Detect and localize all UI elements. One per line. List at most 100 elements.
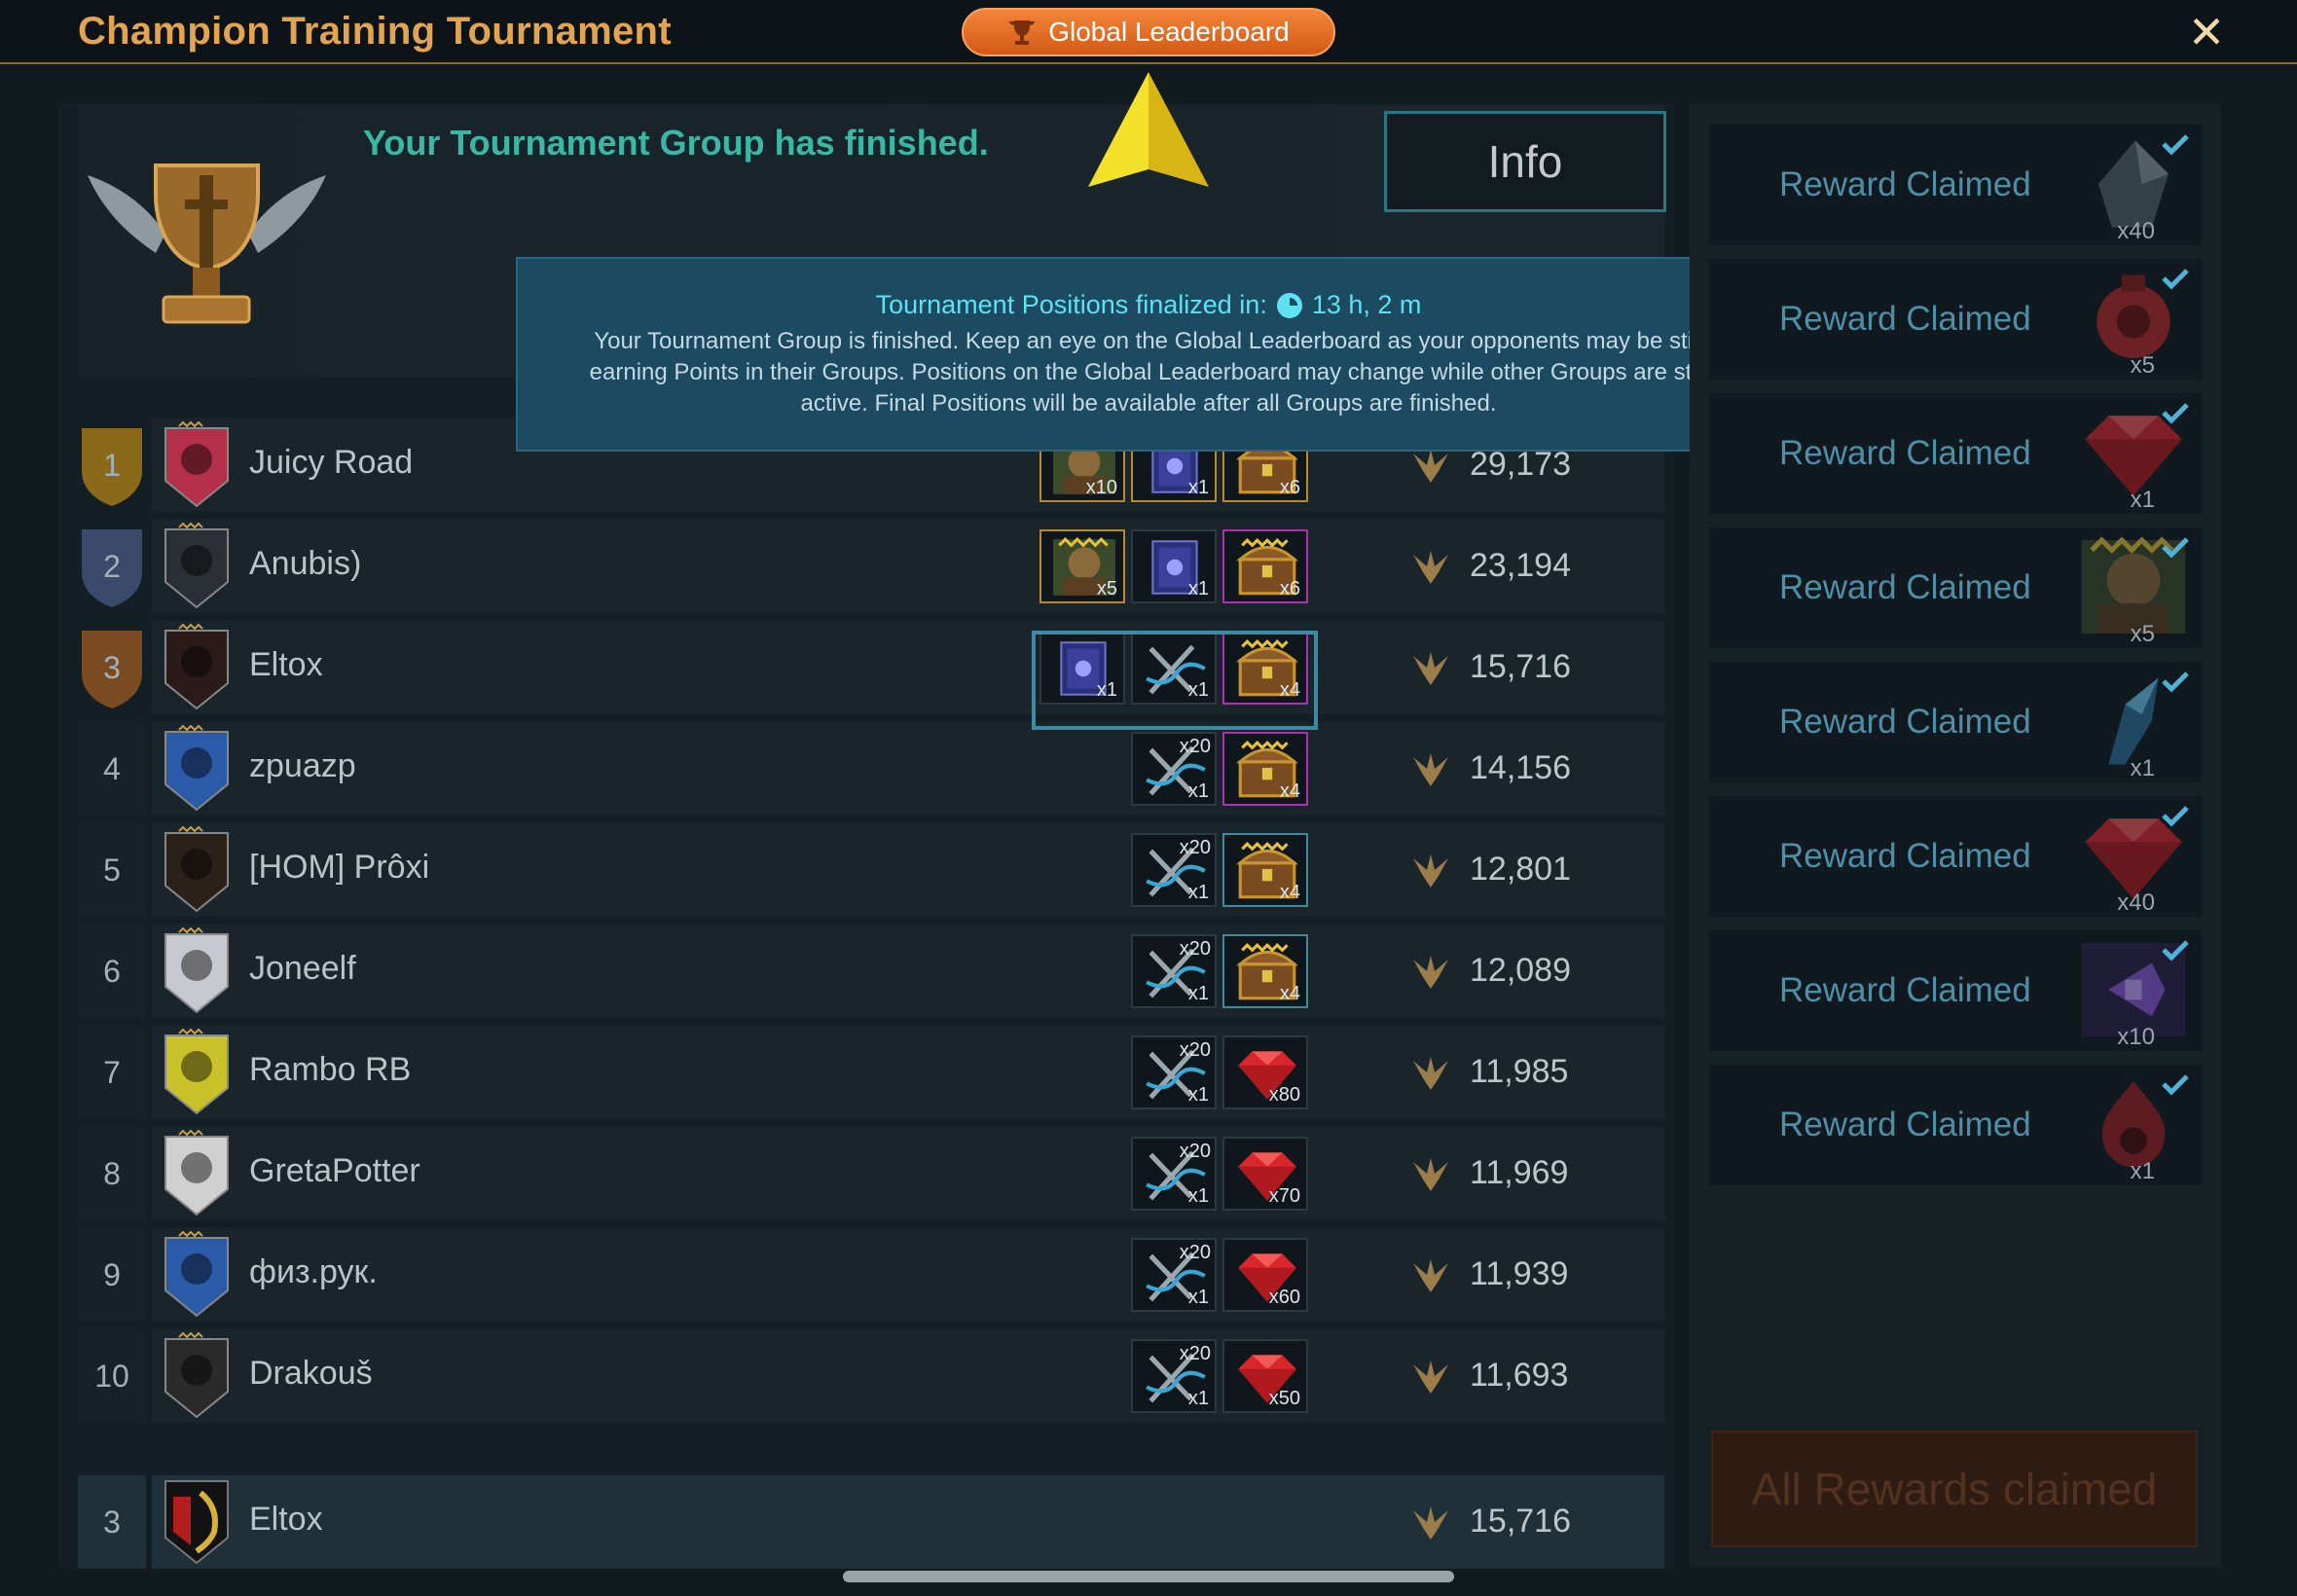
rank-number: 6: [78, 925, 146, 1018]
trophy-icon: [1009, 20, 1036, 45]
reward-claimed-label: Reward Claimed: [1779, 300, 2031, 338]
points-eagle-icon: [1413, 1057, 1448, 1090]
reward-slot[interactable]: x20 x1: [1131, 1238, 1217, 1312]
info-button[interactable]: Info: [1384, 111, 1666, 212]
clock-icon: [1276, 292, 1302, 318]
leaderboard-row[interactable]: 10 Drakouš x20 x1 x50 11,693: [78, 1329, 1664, 1423]
reward-slot[interactable]: x4: [1222, 732, 1308, 806]
player-name: физ.рук.: [249, 1253, 378, 1290]
reward-qty-top: x20: [1179, 1343, 1211, 1364]
close-button[interactable]: ✕: [2180, 6, 2233, 58]
player-points: 11,969: [1470, 1154, 1569, 1191]
leaderboard-row[interactable]: 7 Rambo RB x20 x1 x80 11,985: [78, 1026, 1664, 1119]
leaderboard-row[interactable]: 2 Anubis) x5 x1 x6 23,194: [78, 520, 1664, 613]
group-finished-text: Your Tournament Group has finished.: [363, 123, 989, 163]
claimed-reward-row: Reward Claimed x40: [1709, 796, 2202, 917]
reward-slot[interactable]: x20 x1: [1131, 732, 1217, 806]
reward-qty-top: x20: [1179, 938, 1211, 960]
points-eagle-icon: [1413, 450, 1448, 483]
clan-banner-icon: [164, 1028, 229, 1115]
leaderboard-row[interactable]: 5 [HOM] Prôxi x20 x1 x4 12,801: [78, 823, 1664, 917]
reward-qty: x1: [1187, 578, 1209, 599]
player-points: 11,693: [1470, 1357, 1569, 1394]
checkmark-icon: [2162, 1074, 2189, 1096]
tooltip-title: Tournament Positions finalized in:: [875, 290, 1267, 319]
reward-slot[interactable]: x20 x1: [1131, 833, 1217, 907]
leaderboard-row[interactable]: 6 Joneelf x20 x1 x4 12,089: [78, 925, 1664, 1018]
reward-qty: x1: [1187, 780, 1209, 802]
points-eagle-icon: [1413, 1259, 1448, 1292]
clan-banner-icon: [164, 1230, 229, 1318]
rank-number: 5: [78, 823, 146, 917]
rank-number: 8: [78, 1127, 146, 1220]
reward-slot[interactable]: x60: [1222, 1238, 1308, 1312]
red-flame-icon: x1: [2075, 1070, 2196, 1187]
points-eagle-icon: [1413, 1158, 1448, 1191]
reward-slot[interactable]: x20 x1: [1131, 1137, 1217, 1211]
ruby-gem-icon: x40: [2075, 802, 2196, 919]
claimed-reward-row: Reward Claimed x5: [1709, 259, 2202, 380]
player-name: Drakouš: [249, 1355, 373, 1392]
rank-number: 10: [78, 1329, 146, 1423]
checkmark-icon: [2162, 403, 2189, 424]
player-name: zpuazp: [249, 747, 356, 784]
player-points: 11,939: [1470, 1255, 1569, 1292]
all-rewards-claimed-button[interactable]: All Rewards claimed: [1711, 1431, 2198, 1547]
window-title: Champion Training Tournament: [78, 10, 672, 53]
leaderboard-row[interactable]: 8 GretaPotter x20 x1 x70 11,969: [78, 1127, 1664, 1220]
claimed-reward-row: Reward Claimed x40: [1709, 125, 2202, 245]
current-player-rewards-highlight: [1032, 631, 1318, 730]
tooltip-title-line: Tournament Positions finalized in: 13 h,…: [518, 290, 1779, 320]
horizontal-scrollbar[interactable]: [843, 1571, 1454, 1582]
red-potion-icon: x5: [2075, 265, 2196, 381]
player-points: 12,801: [1470, 851, 1571, 888]
reward-slot[interactable]: x20 x1: [1131, 934, 1217, 1008]
my-name: Eltox: [249, 1501, 323, 1538]
reward-slot[interactable]: x20 x1: [1131, 1339, 1217, 1413]
reward-qty: x10: [2117, 1024, 2155, 1050]
tooltip-panel: Tournament Positions finalized in: 13 h,…: [516, 257, 1781, 452]
points-eagle-icon: [1413, 652, 1448, 685]
checkmark-icon: [2162, 269, 2189, 290]
reward-slot[interactable]: x6: [1222, 529, 1308, 603]
reward-slot[interactable]: x4: [1222, 934, 1308, 1008]
my-position-row[interactable]: 3 Eltox 15,716: [78, 1475, 1664, 1569]
reward-qty: x10: [1085, 477, 1117, 498]
reward-claimed-label: Reward Claimed: [1779, 434, 2031, 472]
reward-qty: x4: [1279, 882, 1300, 903]
global-leaderboard-button[interactable]: Global Leaderboard: [962, 8, 1335, 56]
reward-qty: x5: [2130, 621, 2155, 647]
leaderboard-row[interactable]: 4 zpuazp x20 x1 x4 14,156: [78, 722, 1664, 816]
reward-slot[interactable]: x1: [1131, 529, 1217, 603]
rank-number: 4: [78, 722, 146, 816]
reward-slot[interactable]: x20 x1: [1131, 1035, 1217, 1109]
checkmark-icon: [2162, 134, 2189, 156]
reward-qty: x4: [1279, 780, 1300, 802]
reward-slot[interactable]: x80: [1222, 1035, 1308, 1109]
checkmark-icon: [2162, 537, 2189, 559]
reward-qty: x5: [2130, 352, 2155, 379]
reward-claimed-label: Reward Claimed: [1779, 1106, 2031, 1143]
rank-number: 2: [103, 548, 121, 584]
global-leaderboard-label: Global Leaderboard: [1048, 17, 1290, 47]
clan-banner-icon: [164, 926, 229, 1014]
clan-banner-icon: [164, 825, 229, 913]
checkmark-icon: [2162, 940, 2189, 961]
winged-trophy-icon: [88, 163, 326, 324]
leaderboard-row[interactable]: 9 физ.рук. x20 x1 x60 11,939: [78, 1228, 1664, 1322]
player-name: Juicy Road: [249, 444, 414, 481]
claimed-reward-row: Reward Claimed x1: [1709, 1065, 2202, 1185]
reward-slot[interactable]: x70: [1222, 1137, 1308, 1211]
player-points: 11,985: [1470, 1053, 1569, 1090]
claimed-reward-row: Reward Claimed x1: [1709, 393, 2202, 514]
points-eagle-icon: [1413, 1506, 1448, 1540]
top-bar: Champion Training Tournament Global Lead…: [0, 0, 2297, 64]
reward-slot[interactable]: x4: [1222, 833, 1308, 907]
leaderboard-row[interactable]: 3 Eltox x1 x1 x4 15,716: [78, 621, 1664, 714]
player-name: GretaPotter: [249, 1152, 420, 1189]
reward-qty: x70: [1268, 1185, 1300, 1207]
reward-qty: x60: [1268, 1287, 1300, 1308]
reward-slot[interactable]: x50: [1222, 1339, 1308, 1413]
reward-slot[interactable]: x5: [1039, 529, 1125, 603]
reward-qty: x1: [2130, 755, 2155, 781]
